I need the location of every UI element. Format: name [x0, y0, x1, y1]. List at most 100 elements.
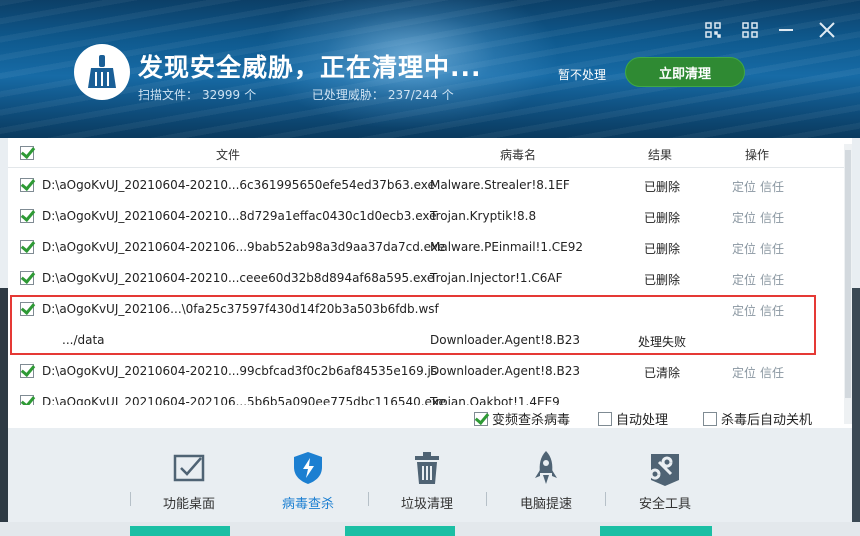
- row-checkbox[interactable]: [20, 271, 34, 285]
- result-status: 已删除: [644, 242, 681, 256]
- table-row[interactable]: D:\aOgoKvUJ_20210604-20210...99cbfcad3f0…: [8, 356, 844, 387]
- background-bar: [600, 526, 712, 536]
- virus-name: Trojan.Oakbot!1.4EE9: [430, 395, 560, 405]
- background-edge-right: [852, 288, 860, 536]
- locate-link[interactable]: 定位: [732, 364, 756, 381]
- virus-name: Trojan.Kryptik!8.8: [430, 209, 537, 223]
- nav-security-tools[interactable]: 安全工具: [610, 448, 720, 512]
- col-action-header: 操作: [745, 148, 770, 162]
- table-row[interactable]: D:\aOgoKvUJ_20210604-20210...8d729a1effa…: [8, 201, 844, 232]
- nav-speedup-label: 电脑提速: [519, 497, 572, 512]
- broom-logo-icon: [74, 44, 130, 100]
- rocket-icon: [526, 448, 566, 488]
- locate-link[interactable]: 定位: [732, 271, 756, 288]
- background-edge-left: [0, 288, 8, 536]
- row-checkbox[interactable]: [20, 364, 34, 378]
- auto-shutdown-option[interactable]: 杀毒后自动关机: [703, 409, 812, 428]
- scan-files-unit: 个: [244, 88, 257, 102]
- scrollbar-thumb[interactable]: [845, 150, 851, 398]
- table-row[interactable]: D:\aOgoKvUJ_20210604-20210...6c361995650…: [8, 170, 844, 201]
- nav-junk-clean[interactable]: 垃圾清理: [372, 448, 482, 512]
- virus-name: Downloader.Agent!8.B23: [430, 364, 580, 378]
- trust-link[interactable]: 信任: [760, 364, 784, 381]
- settings-menu-icon[interactable]: [740, 20, 760, 40]
- auto-process-option[interactable]: 自动处理: [598, 409, 668, 428]
- antivirus-window: 发现安全威胁，正在清理中... 扫描文件： 32999 个 已处理威胁： 237/24…: [0, 0, 860, 536]
- auto-shutdown-checkbox[interactable]: [703, 412, 717, 426]
- page-title: 发现安全威胁，正在清理中...: [138, 53, 482, 82]
- freq-virus-label: 变频查杀病毒: [492, 413, 571, 428]
- clean-now-button[interactable]: 立即清理: [625, 57, 745, 87]
- header-banner: 发现安全威胁，正在清理中... 扫描文件： 32999 个 已处理威胁： 237/24…: [0, 0, 860, 138]
- nav-desktop-label: 功能桌面: [162, 497, 215, 512]
- file-path: D:\aOgoKvUJ_20210604-202106...5b6b5a090e…: [42, 395, 446, 405]
- table-row[interactable]: D:\aOgoKvUJ_20210604-202106...5b6b5a090e…: [8, 387, 844, 405]
- row-checkbox[interactable]: [20, 209, 34, 223]
- threat-table: 文件 病毒名 结果 操作 D:\aOgoKvUJ_20210604-20210.…: [8, 138, 852, 428]
- auto-shutdown-label: 杀毒后自动关机: [721, 413, 813, 428]
- result-status: 已删除: [644, 180, 681, 194]
- trash-icon: [407, 448, 447, 488]
- nav-speedup[interactable]: 电脑提速: [491, 448, 601, 512]
- threats-count: 237/244: [387, 88, 438, 102]
- trust-link[interactable]: 信任: [760, 240, 784, 257]
- trust-link[interactable]: 信任: [760, 209, 784, 226]
- file-path: D:\aOgoKvUJ_20210604-20210...99cbfcad3f0…: [42, 364, 438, 378]
- row-checkbox[interactable]: [20, 395, 34, 405]
- scan-files-count: 32999: [202, 88, 241, 102]
- nav-separator: [368, 492, 369, 506]
- locate-link[interactable]: 定位: [732, 178, 756, 195]
- scan-stats: 扫描文件： 32999 个 已处理威胁： 237/244 个: [138, 86, 458, 103]
- result-status: 已清除: [644, 366, 681, 380]
- nav-separator: [605, 492, 606, 506]
- file-path: D:\aOgoKvUJ_20210604-20210...ceee60d32b8…: [42, 271, 435, 285]
- threats-unit: 个: [441, 88, 454, 102]
- locate-link[interactable]: 定位: [732, 209, 756, 226]
- row-checkbox[interactable]: [20, 240, 34, 254]
- result-status: 已删除: [644, 273, 681, 287]
- bottom-nav: 功能桌面 病毒查杀 垃圾清理 电脑提速 安全工具: [8, 430, 852, 520]
- nav-separator: [130, 492, 131, 506]
- nav-virus-scan-label: 病毒查杀: [281, 497, 334, 512]
- nav-junk-clean-label: 垃圾清理: [400, 497, 453, 512]
- row-checkbox[interactable]: [20, 178, 34, 192]
- virus-name: Malware.PEinmail!1.CE92: [430, 240, 584, 254]
- trust-link[interactable]: 信任: [760, 178, 784, 195]
- failed-item-highlight: [10, 295, 816, 355]
- freq-virus-option[interactable]: 变频查杀病毒: [474, 409, 570, 428]
- file-path: D:\aOgoKvUJ_20210604-20210...6c361995650…: [42, 178, 435, 192]
- nav-separator: [486, 492, 487, 506]
- virus-name: Trojan.Injector!1.C6AF: [430, 271, 563, 285]
- table-row[interactable]: D:\aOgoKvUJ_20210604-20210...ceee60d32b8…: [8, 263, 844, 294]
- threats-label: 已处理威胁：: [311, 88, 384, 102]
- table-header: 文件 病毒名 结果 操作: [8, 138, 852, 168]
- select-all-checkbox[interactable]: [20, 146, 34, 160]
- nav-virus-scan[interactable]: 病毒查杀: [253, 448, 363, 512]
- skip-button[interactable]: 暂不处理: [558, 66, 606, 83]
- auto-process-label: 自动处理: [616, 413, 669, 428]
- shield-lightning-icon: [288, 448, 328, 488]
- col-result-header: 结果: [648, 148, 673, 162]
- background-strip: [0, 522, 860, 536]
- auto-process-checkbox[interactable]: [598, 412, 612, 426]
- background-bar: [345, 526, 455, 536]
- qrcode-icon[interactable]: [703, 20, 723, 40]
- file-path: D:\aOgoKvUJ_20210604-20210...8d729a1effa…: [42, 209, 437, 223]
- trust-link[interactable]: 信任: [760, 271, 784, 288]
- col-file-header: 文件: [216, 148, 241, 162]
- virus-name: Malware.Strealer!8.1EF: [430, 178, 570, 192]
- file-path: D:\aOgoKvUJ_20210604-202106...9bab52ab98…: [42, 240, 445, 254]
- toolbox-wrench-icon: [645, 448, 685, 488]
- minimize-icon[interactable]: [776, 20, 796, 40]
- close-icon[interactable]: [817, 20, 837, 40]
- scan-files-label: 扫描文件：: [138, 88, 199, 102]
- freq-virus-checkbox[interactable]: [474, 412, 488, 426]
- result-status: 已删除: [644, 211, 681, 225]
- table-scrollbar[interactable]: [844, 144, 852, 424]
- background-bar: [130, 526, 230, 536]
- desktop-check-icon: [169, 448, 209, 488]
- nav-desktop[interactable]: 功能桌面: [134, 448, 244, 512]
- locate-link[interactable]: 定位: [732, 240, 756, 257]
- nav-security-tools-label: 安全工具: [638, 497, 691, 512]
- table-row[interactable]: D:\aOgoKvUJ_20210604-202106...9bab52ab98…: [8, 232, 844, 263]
